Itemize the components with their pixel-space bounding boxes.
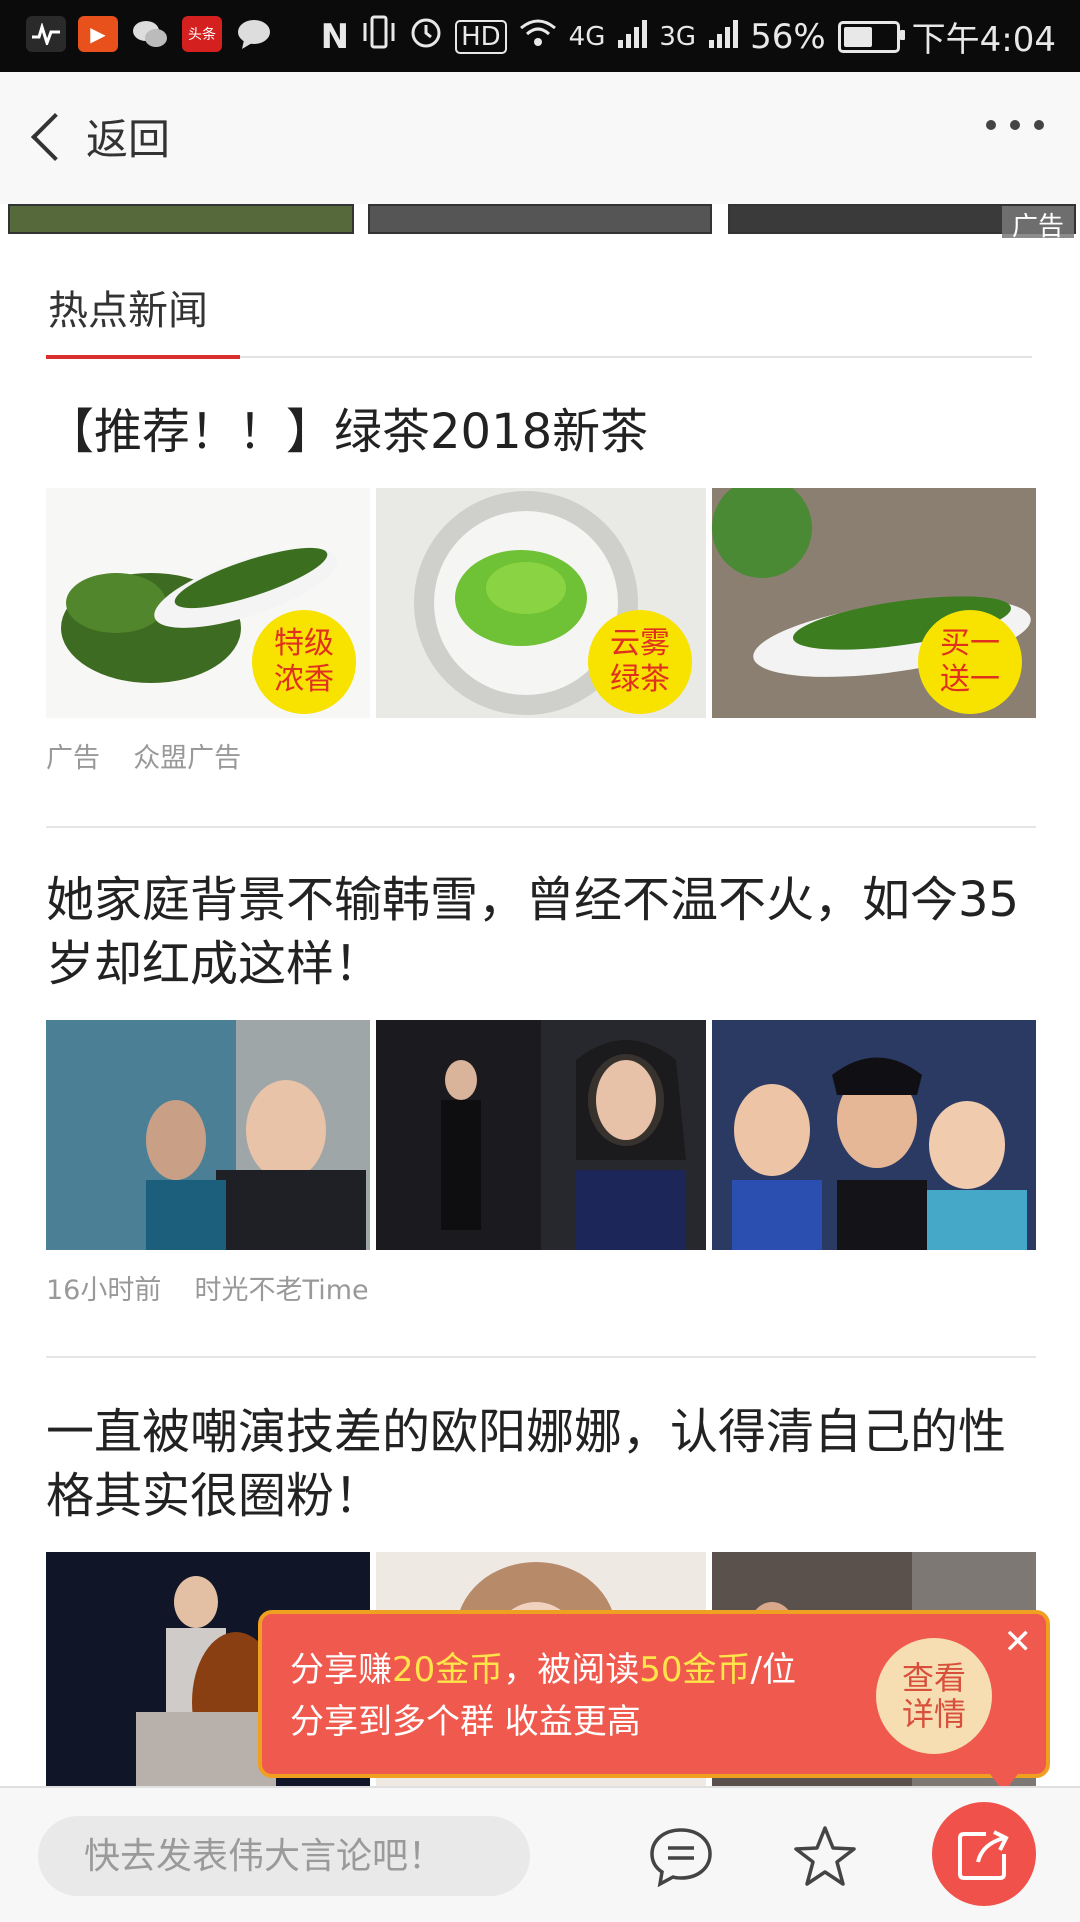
battery-icon xyxy=(837,20,905,53)
comment-icon[interactable] xyxy=(646,1822,716,1892)
share-icon xyxy=(958,1830,1009,1880)
ad-source: 众盟广告 xyxy=(133,743,242,774)
ad-article-card[interactable]: 【推荐！！】绿茶2018新茶 特级 浓香 云雾 绿茶 买一 送一 广告 众盟广告 xyxy=(46,400,1036,780)
back-button[interactable]: 返回 xyxy=(20,106,170,167)
tab-hot-news[interactable]: 热点新闻 xyxy=(48,278,208,336)
network-4g-label: 4G xyxy=(568,21,606,52)
promo-badge: 云雾 绿茶 xyxy=(588,610,692,714)
comment-input[interactable] xyxy=(38,1816,530,1896)
view-details-button[interactable]: 查看 详情 xyxy=(876,1638,992,1754)
close-icon[interactable]: ✕ xyxy=(1004,1622,1033,1662)
article-time: 16小时前 xyxy=(46,1275,162,1306)
promo-text-line1: 分享赚20金币，被阅读50金币/位 xyxy=(290,1642,796,1691)
article-divider xyxy=(46,826,1036,828)
button-label: 查看 xyxy=(901,1659,966,1697)
article-source: 时光不老Time xyxy=(194,1275,369,1306)
chevron-left-icon xyxy=(30,112,80,161)
bottom-action-bar xyxy=(0,1786,1080,1922)
ad-banner-image[interactable] xyxy=(8,204,354,234)
back-label: 返回 xyxy=(86,115,171,164)
nav-bar: 返回 xyxy=(0,72,1080,204)
wechat-icon xyxy=(130,16,170,52)
wifi-icon xyxy=(519,17,557,57)
article-thumbnail[interactable]: 云雾 绿茶 xyxy=(376,488,706,718)
hd-icon: HD xyxy=(455,19,507,54)
ad-label: 广告 xyxy=(46,743,100,774)
article-title: 一直被嘲演技差的欧阳娜娜，认得清自己的性格其实很圈粉！ xyxy=(46,1404,1007,1524)
signal-icon xyxy=(708,17,739,57)
promo-text-line2: 分享到多个群 收益更高 xyxy=(290,1702,641,1742)
ad-banner-strip[interactable]: 广告 xyxy=(0,204,1080,238)
vibrate-icon xyxy=(361,15,397,58)
share-reward-popup[interactable]: 分享赚20金币，被阅读50金币/位 分享到多个群 收益更高 查看 详情 ✕ xyxy=(258,1610,1050,1792)
network-3g-label: 3G xyxy=(659,21,697,52)
article-thumbnail[interactable]: 特级 浓香 xyxy=(46,488,370,718)
active-tab-indicator xyxy=(46,355,240,359)
nfc-icon: N xyxy=(320,16,350,57)
more-dots-icon xyxy=(1010,120,1020,130)
star-favorite-icon[interactable] xyxy=(790,1822,860,1892)
article-title: 她家庭背景不输韩雪，曾经不温不火，如今35岁却红成这样！ xyxy=(46,872,1020,992)
battery-percent: 56% xyxy=(750,16,826,57)
promo-highlight: 50金币 xyxy=(639,1650,751,1690)
ad-label: 广告 xyxy=(1001,206,1074,238)
promo-badge: 买一 送一 xyxy=(918,610,1022,714)
article-title: 【推荐！！】绿茶2018新茶 xyxy=(46,404,649,460)
toutiao-app-icon: 头条 xyxy=(182,16,222,52)
ad-banner-image[interactable] xyxy=(368,204,712,234)
video-app-icon: ▶ xyxy=(78,16,118,52)
signal-icon xyxy=(617,17,648,57)
pulse-app-icon xyxy=(26,16,66,52)
alarm-icon xyxy=(409,15,443,58)
button-label: 详情 xyxy=(901,1695,966,1733)
promo-text: ，被阅读 xyxy=(503,1650,640,1690)
share-button[interactable] xyxy=(932,1802,1036,1906)
more-dots-icon xyxy=(1034,120,1044,130)
clock: 下午4:04 xyxy=(911,20,1056,60)
more-menu-button[interactable] xyxy=(986,120,1044,130)
article-divider xyxy=(46,1356,1036,1358)
promo-badge: 特级 浓香 xyxy=(252,610,356,714)
promo-highlight: 20金币 xyxy=(392,1650,504,1690)
more-dots-icon xyxy=(986,120,996,130)
status-bar: ▶ 头条 N HD 4G 3G 56% 下午4:04 xyxy=(0,0,1080,72)
article-thumbnail[interactable] xyxy=(46,1020,370,1250)
article-thumbnail[interactable] xyxy=(712,1020,1036,1250)
article-thumbnail[interactable] xyxy=(376,1020,706,1250)
promo-text: 分享赚 xyxy=(290,1650,392,1690)
article-card[interactable]: 她家庭背景不输韩雪，曾经不温不火，如今35岁却红成这样！ 16小时前 时光不老T… xyxy=(46,868,1036,1308)
article-thumbnail[interactable]: 买一 送一 xyxy=(712,488,1036,718)
message-icon xyxy=(234,16,274,52)
promo-text: /位 xyxy=(750,1650,796,1690)
